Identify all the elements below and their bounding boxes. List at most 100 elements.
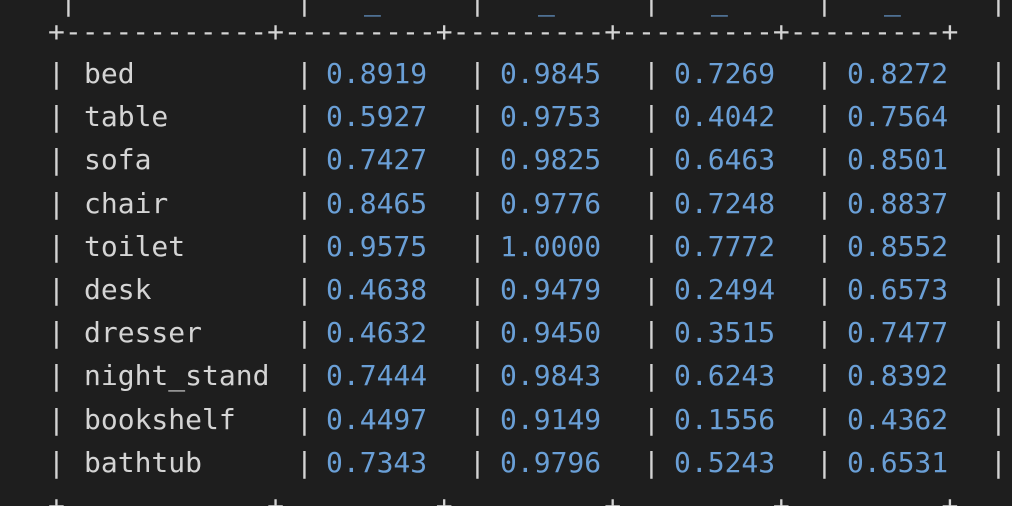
column-separator: |	[990, 100, 1007, 134]
column-separator: |	[816, 0, 833, 17]
column-separator: |	[990, 186, 1007, 220]
metric-value: 0.7343	[326, 445, 428, 479]
metric-value: 0.9796	[500, 445, 602, 479]
metric-value: 0.7248	[674, 186, 776, 220]
row-label: bathtub	[84, 445, 203, 479]
column-separator: |	[816, 186, 833, 220]
metric-value: 0.9845	[500, 57, 602, 90]
column-separator: |	[643, 186, 660, 220]
column-separator: |	[469, 316, 486, 350]
metric-value: 0.7772	[674, 229, 776, 263]
column-separator: |	[469, 273, 486, 306]
column-separator: |	[990, 143, 1007, 177]
metric-value: 0.2494	[674, 273, 776, 306]
column-separator: |	[816, 273, 833, 306]
column-separator: |	[643, 445, 660, 479]
table-row: | | | | | | dresser 0.4632 0.9450 0.3515 0.7477	[48, 311, 1008, 354]
column-separator: |	[469, 229, 486, 263]
metric-value: 0.6243	[674, 359, 776, 393]
row-label: bookshelf	[84, 402, 236, 436]
column-separator: |	[816, 229, 833, 263]
metric-value: 0.8552	[847, 229, 949, 263]
table-row: | | | | | | sofa 0.7427 0.9825 0.6463 0.8501	[48, 138, 1008, 181]
metric-value: 0.9825	[500, 143, 602, 177]
row-label: chair	[84, 186, 169, 220]
column-separator: |	[816, 359, 833, 393]
column-separator: |	[469, 57, 486, 90]
table-row: | | | | | | night_stand 0.7444 0.9843 0.6243 0.839…	[48, 354, 1008, 397]
header-fragment: _	[364, 0, 381, 17]
metric-value: 0.4042	[674, 100, 776, 134]
metric-value: 0.5243	[674, 445, 776, 479]
column-separator: |	[816, 445, 833, 479]
column-separator: |	[48, 229, 65, 263]
column-separator: |	[643, 229, 660, 263]
column-separator: |	[296, 445, 313, 479]
metric-value: 0.5927	[326, 100, 428, 134]
column-separator: |	[990, 402, 1007, 436]
column-separator: |	[643, 57, 660, 90]
column-separator: |	[48, 316, 65, 350]
row-label: desk	[84, 273, 152, 306]
column-separator: |	[296, 100, 313, 134]
metric-value: 0.9149	[500, 402, 602, 436]
metric-value: 0.1556	[674, 402, 776, 436]
terminal-output: | | | | | | _ _ _ _ +------------+---------+-----…	[0, 0, 1012, 506]
metric-value: 0.8919	[326, 57, 428, 90]
column-separator: |	[296, 57, 313, 90]
row-label: bed	[84, 57, 135, 90]
column-separator: |	[990, 229, 1007, 263]
column-separator: |	[48, 57, 65, 90]
column-separator: |	[643, 100, 660, 134]
metric-value: 0.8272	[847, 57, 949, 90]
metric-value: 0.8465	[326, 186, 428, 220]
row-label: night_stand	[84, 359, 270, 393]
column-separator: |	[816, 143, 833, 177]
column-separator: |	[816, 100, 833, 134]
column-separator: |	[296, 143, 313, 177]
column-separator: |	[296, 273, 313, 306]
column-separator: |	[990, 0, 1007, 17]
metric-value: 1.0000	[500, 229, 602, 263]
row-label: table	[84, 100, 169, 134]
metric-value: 0.6531	[847, 445, 949, 479]
row-label: toilet	[84, 229, 186, 263]
header-fragment: _	[884, 0, 901, 17]
header-fragment: _	[538, 0, 555, 17]
metric-value: 0.7269	[674, 57, 776, 90]
column-separator: |	[296, 229, 313, 263]
metric-value: 0.7444	[326, 359, 428, 393]
metric-value: 0.8392	[847, 359, 949, 393]
metric-value: 0.9753	[500, 100, 602, 134]
column-separator: |	[816, 316, 833, 350]
metric-value: 0.7477	[847, 316, 949, 350]
column-separator: |	[643, 316, 660, 350]
column-separator: |	[643, 402, 660, 436]
column-separator: |	[469, 100, 486, 134]
column-separator: |	[990, 445, 1007, 479]
metric-value: 0.7564	[847, 100, 949, 134]
column-separator: |	[48, 359, 65, 393]
metric-value: 0.8837	[847, 186, 949, 220]
table-row: | | | | | | bookshelf 0.4497 0.9149 0.1556 0.4362	[48, 398, 1008, 441]
metric-value: 0.4632	[326, 316, 428, 350]
table-separator-bottom: +------------+---------+---------+------…	[48, 489, 959, 506]
metric-value: 0.4638	[326, 273, 428, 306]
column-separator: |	[469, 359, 486, 393]
column-separator: |	[643, 359, 660, 393]
column-separator: |	[990, 316, 1007, 350]
table-row: | | | | | | chair 0.8465 0.9776 0.7248 0.8837	[48, 182, 1008, 225]
column-separator: |	[48, 186, 65, 220]
column-separator: |	[643, 273, 660, 306]
column-separator: |	[48, 273, 65, 306]
column-separator: |	[296, 359, 313, 393]
table-row: | | | | | | desk 0.4638 0.9479 0.2494 0.6573	[48, 268, 1008, 311]
metric-value: 0.3515	[674, 316, 776, 350]
column-separator: |	[296, 316, 313, 350]
column-separator: |	[469, 143, 486, 177]
row-label: sofa	[84, 143, 152, 177]
table-row: | | | | | | bed 0.8919 0.9845 0.7269 0.8272	[48, 52, 1008, 95]
column-separator: |	[469, 186, 486, 220]
metric-value: 0.8501	[847, 143, 949, 177]
table-row: | | | | | | toilet 0.9575 1.0000 0.7772 0.8552	[48, 225, 1008, 268]
